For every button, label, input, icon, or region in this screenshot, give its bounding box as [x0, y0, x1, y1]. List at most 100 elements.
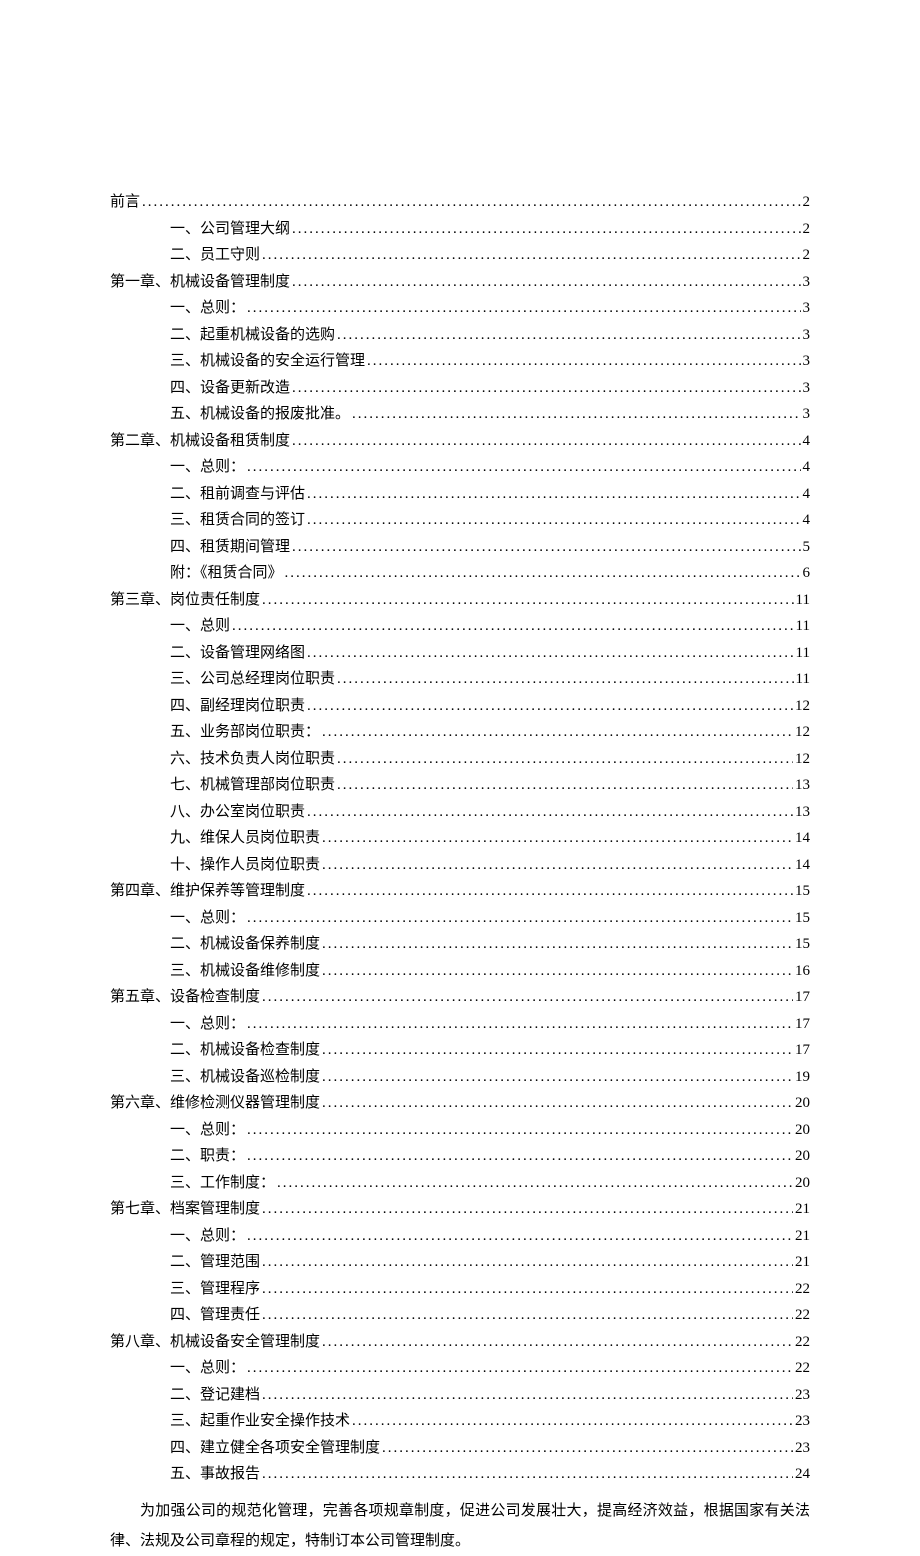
toc-leader-dots: [322, 826, 793, 850]
toc-entry: 八、办公室岗位职责 13: [110, 800, 810, 824]
toc-page-number: 12: [795, 694, 810, 718]
toc-page-number: 22: [795, 1277, 810, 1301]
toc-label: 九、维保人员岗位职责: [170, 826, 320, 850]
toc-label: 八、办公室岗位职责: [170, 800, 305, 824]
toc-entry: 三、公司总经理岗位职责11: [110, 667, 810, 691]
toc-entry: 一、总则：4: [110, 455, 810, 479]
toc-leader-dots: [307, 879, 793, 903]
toc-leader-dots: [307, 641, 794, 665]
toc-page-number: 11: [796, 588, 810, 612]
toc-page-number: 3: [803, 296, 811, 320]
toc-page-number: 2: [803, 190, 811, 214]
toc-label: 第三章、岗位责任制度: [110, 588, 260, 612]
toc-label: 一、总则: [170, 614, 230, 638]
toc-entry: 第八章、机械设备安全管理制度22: [110, 1330, 810, 1354]
toc-leader-dots: [262, 985, 793, 1009]
toc-label: 第六章、维修检测仪器管理制度: [110, 1091, 320, 1115]
toc-entry: 附：《租赁合同》6: [110, 561, 810, 585]
toc-leader-dots: [142, 190, 800, 214]
toc-label: 一、公司管理大纲: [170, 217, 290, 241]
toc-entry: 四、设备更新改造3: [110, 376, 810, 400]
toc-entry: 第五章、设备检查制度 17: [110, 985, 810, 1009]
toc-label: 第二章、机械设备租赁制度: [110, 429, 290, 453]
toc-label: 第五章、设备检查制度: [110, 985, 260, 1009]
toc-label: 二、机械设备保养制度: [170, 932, 320, 956]
toc-page-number: 15: [795, 906, 810, 930]
toc-label: 二、管理范围: [170, 1250, 260, 1274]
toc-label: 三、管理程序: [170, 1277, 260, 1301]
toc-entry: 二、设备管理网络图11: [110, 641, 810, 665]
toc-page-number: 2: [803, 243, 811, 267]
toc-entry: 一、总则：17: [110, 1012, 810, 1036]
toc-label: 一、总则：: [170, 906, 245, 930]
toc-entry: 二、租前调查与评估4: [110, 482, 810, 506]
toc-leader-dots: [292, 535, 800, 559]
toc-entry: 第六章、维修检测仪器管理制度 20: [110, 1091, 810, 1115]
toc-entry: 九、维保人员岗位职责 14: [110, 826, 810, 850]
intro-paragraph: 为加强公司的规范化管理，完善各项规章制度，促进公司发展壮大，提高经济效益，根据国…: [110, 1496, 810, 1556]
toc-entry: 一、公司管理大纲2: [110, 217, 810, 241]
toc-leader-dots: [367, 349, 800, 373]
toc-page-number: 21: [795, 1250, 810, 1274]
toc-entry: 五、事故报告24: [110, 1462, 810, 1486]
toc-label: 四、副经理岗位职责: [170, 694, 305, 718]
toc-label: 四、建立健全各项安全管理制度: [170, 1436, 380, 1460]
toc-page-number: 22: [795, 1356, 810, 1380]
toc-page-number: 11: [796, 614, 810, 638]
toc-leader-dots: [322, 1038, 793, 1062]
toc-page-number: 23: [795, 1436, 810, 1460]
toc-page-number: 15: [795, 879, 810, 903]
toc-leader-dots: [322, 959, 793, 983]
toc-entry: 二、职责：20: [110, 1144, 810, 1168]
toc-page-number: 23: [795, 1409, 810, 1433]
toc-entry: 四、租赁期间管理5: [110, 535, 810, 559]
toc-label: 三、租赁合同的签订: [170, 508, 305, 532]
toc-leader-dots: [352, 1409, 793, 1433]
toc-page-number: 3: [803, 376, 811, 400]
toc-leader-dots: [337, 323, 800, 347]
toc-leader-dots: [292, 376, 800, 400]
toc-leader-dots: [292, 429, 800, 453]
toc-page-number: 23: [795, 1383, 810, 1407]
toc-entry: 一、总则：21: [110, 1224, 810, 1248]
toc-page-number: 16: [795, 959, 810, 983]
toc-label: 三、起重作业安全操作技术: [170, 1409, 350, 1433]
toc-leader-dots: [307, 508, 800, 532]
toc-leader-dots: [247, 1144, 793, 1168]
toc-leader-dots: [262, 1277, 793, 1301]
toc-label: 第七章、档案管理制度: [110, 1197, 260, 1221]
toc-page-number: 22: [795, 1303, 810, 1327]
toc-leader-dots: [247, 1356, 793, 1380]
toc-label: 二、机械设备检查制度: [170, 1038, 320, 1062]
toc-page-number: 20: [795, 1091, 810, 1115]
toc-entry: 二、员工守则2: [110, 243, 810, 267]
toc-page-number: 17: [795, 985, 810, 1009]
toc-page-number: 14: [795, 826, 810, 850]
toc-leader-dots: [247, 296, 800, 320]
toc-leader-dots: [262, 588, 794, 612]
toc-entry: 三、机械设备巡检制度19: [110, 1065, 810, 1089]
toc-leader-dots: [307, 800, 793, 824]
toc-entry: 前言2: [110, 190, 810, 214]
toc-label: 三、机械设备巡检制度: [170, 1065, 320, 1089]
toc-entry: 五、业务部岗位职责：12: [110, 720, 810, 744]
toc-entry: 一、总则：20: [110, 1118, 810, 1142]
toc-entry: 三、管理程序 22: [110, 1277, 810, 1301]
toc-page-number: 22: [795, 1330, 810, 1354]
toc-label: 七、机械管理部岗位职责: [170, 773, 335, 797]
toc-page-number: 4: [803, 455, 811, 479]
toc-entry: 第四章、维护保养等管理制度15: [110, 879, 810, 903]
toc-page-number: 12: [795, 720, 810, 744]
toc-entry: 七、机械管理部岗位职责13: [110, 773, 810, 797]
toc-page-number: 3: [803, 323, 811, 347]
toc-leader-dots: [247, 906, 793, 930]
toc-page-number: 12: [795, 747, 810, 771]
toc-entry: 五、机械设备的报废批准。3: [110, 402, 810, 426]
toc-leader-dots: [285, 561, 801, 585]
table-of-contents: 前言2一、公司管理大纲2二、员工守则2第一章、机械设备管理制度3一、总则：3二、…: [110, 190, 810, 1486]
toc-page-number: 13: [795, 800, 810, 824]
toc-page-number: 4: [803, 508, 811, 532]
toc-entry: 四、建立健全各项安全管理制度 23: [110, 1436, 810, 1460]
toc-page-number: 17: [795, 1038, 810, 1062]
toc-entry: 一、总则 11: [110, 614, 810, 638]
